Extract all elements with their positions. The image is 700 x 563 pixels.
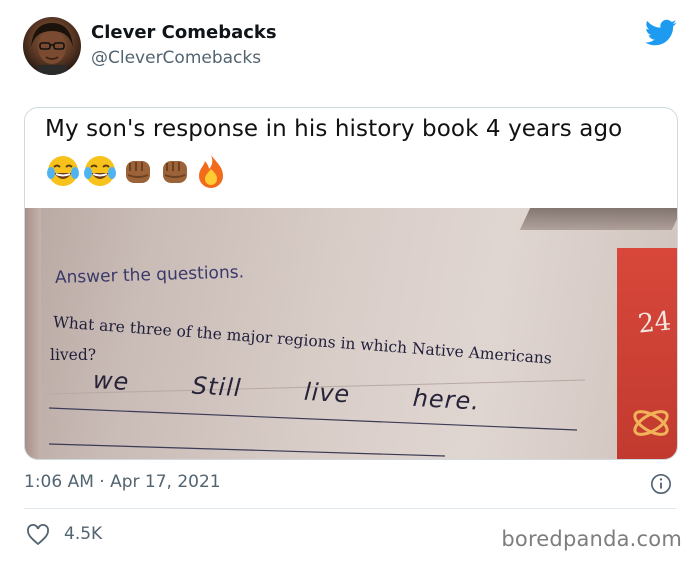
tweet-card: Clever Comebacks @CleverComebacks My son… xyxy=(0,0,700,563)
tears-of-joy-icon xyxy=(47,156,79,186)
fire-icon xyxy=(199,155,223,188)
author-handle[interactable]: @CleverComebacks xyxy=(91,48,261,68)
twitter-bird-icon[interactable] xyxy=(645,19,677,47)
tweet-media[interactable]: My son's response in his history book 4 … xyxy=(24,107,678,460)
source-watermark: boredpanda.com xyxy=(501,527,682,551)
heart-icon[interactable] xyxy=(26,524,50,546)
raised-fist-icon xyxy=(163,161,187,183)
handwritten-word: we xyxy=(92,366,131,397)
handwritten-word: here. xyxy=(412,383,481,416)
raised-fist-icon xyxy=(126,161,150,183)
divider xyxy=(24,508,676,509)
author-name[interactable]: Clever Comebacks xyxy=(91,22,277,43)
like-count[interactable]: 4.5K xyxy=(64,524,102,544)
worksheet-question-continued: lived? xyxy=(50,346,97,364)
tears-of-joy-icon xyxy=(84,156,116,186)
avatar[interactable] xyxy=(23,17,81,75)
handwritten-word: live xyxy=(303,377,352,409)
handwritten-word: Still xyxy=(191,371,243,403)
info-icon[interactable] xyxy=(650,473,672,495)
tweet-timestamp[interactable]: 1:06 AM · Apr 17, 2021 xyxy=(24,472,221,492)
media-caption: My son's response in his history book 4 … xyxy=(45,116,623,142)
avatar-image xyxy=(31,23,73,75)
